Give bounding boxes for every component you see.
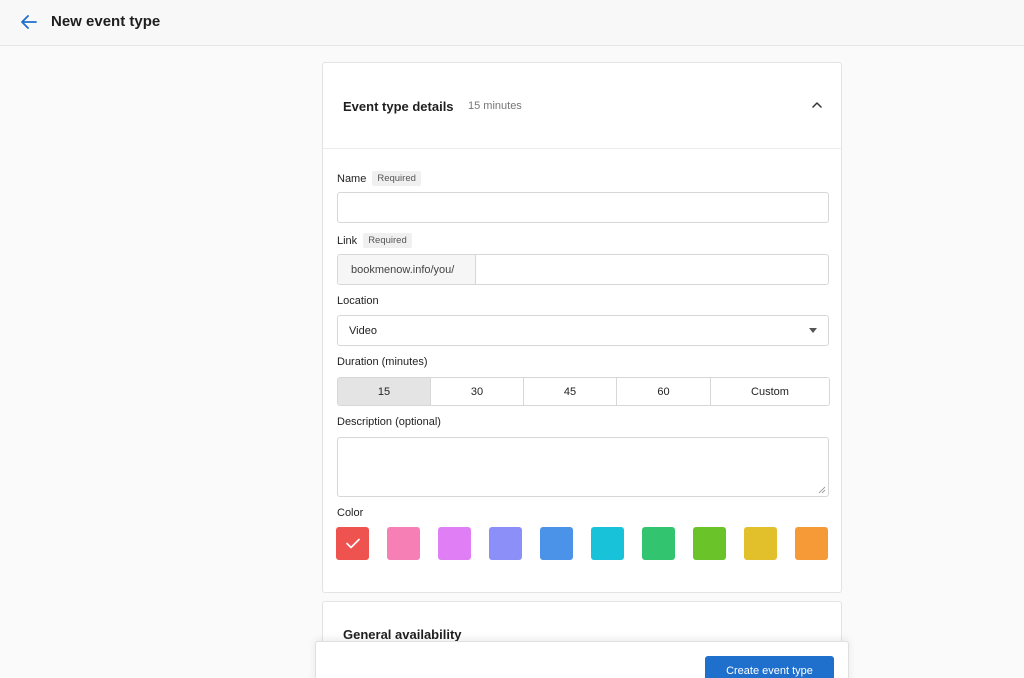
location-select-value: Video: [349, 324, 377, 337]
name-label-text: Name: [337, 172, 367, 185]
color-swatch-green[interactable]: [642, 527, 675, 560]
color-swatch-red[interactable]: [336, 527, 369, 560]
page-title: New event type: [51, 13, 161, 30]
duration-option-30[interactable]: 30: [431, 378, 524, 405]
color-swatch-periwinkle[interactable]: [489, 527, 522, 560]
duration-option-15[interactable]: 15: [338, 378, 431, 405]
event-duration-summary: 15 minutes: [468, 100, 522, 112]
link-input-group: bookmenow.info/you/: [337, 254, 829, 285]
description-label-text: Description (optional): [337, 416, 441, 428]
resize-grip-icon[interactable]: [818, 486, 826, 494]
duration-label-text: Duration (minutes): [337, 356, 428, 368]
back-button[interactable]: [18, 11, 40, 33]
link-slug-input[interactable]: [476, 255, 828, 284]
color-swatch-cyan[interactable]: [591, 527, 624, 560]
duration-selector: 15 30 45 60 Custom: [337, 377, 830, 406]
required-badge: Required: [372, 171, 421, 186]
color-swatch-orange[interactable]: [795, 527, 828, 560]
collapse-button[interactable]: [809, 97, 825, 113]
create-event-type-button[interactable]: Create event type: [705, 656, 834, 678]
location-label: Location: [337, 295, 379, 307]
event-details-title: Event type details: [343, 99, 454, 114]
link-label: Link Required: [337, 233, 412, 248]
color-label-text: Color: [337, 507, 364, 519]
arrow-left-icon: [21, 15, 37, 29]
description-textarea[interactable]: [337, 437, 829, 497]
location-label-text: Location: [337, 295, 379, 307]
link-prefix: bookmenow.info/you/: [338, 255, 476, 284]
event-details-card: Event type details 15 minutes Name Requi…: [322, 62, 842, 593]
chevron-up-icon: [812, 102, 822, 108]
name-input[interactable]: [337, 192, 829, 223]
color-swatch-pink[interactable]: [387, 527, 420, 560]
duration-option-45[interactable]: 45: [524, 378, 617, 405]
top-bar: New event type: [0, 0, 1024, 46]
event-details-header[interactable]: Event type details 15 minutes: [323, 63, 841, 149]
link-label-text: Link: [337, 234, 358, 247]
color-swatch-yellow[interactable]: [744, 527, 777, 560]
checkmark-icon: [345, 538, 360, 549]
general-availability-title: General availability: [343, 627, 462, 642]
required-badge: Required: [363, 233, 412, 248]
description-label: Description (optional): [337, 416, 441, 428]
name-label: Name Required: [337, 171, 421, 186]
color-swatch-blue[interactable]: [540, 527, 573, 560]
color-swatch-magenta[interactable]: [438, 527, 471, 560]
color-label: Color: [337, 507, 363, 519]
location-select[interactable]: Video: [337, 315, 829, 346]
caret-down-icon: [809, 328, 817, 333]
duration-option-60[interactable]: 60: [617, 378, 711, 405]
duration-label: Duration (minutes): [337, 356, 427, 368]
footer-bar: Create event type: [315, 641, 849, 678]
duration-option-custom[interactable]: Custom: [711, 378, 829, 405]
color-swatch-lime[interactable]: [693, 527, 726, 560]
